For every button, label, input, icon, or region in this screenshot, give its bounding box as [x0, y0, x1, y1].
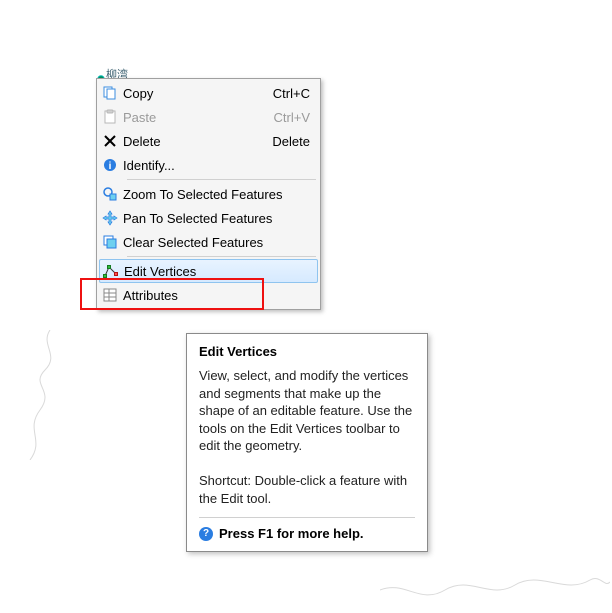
menu-item-pan-selected[interactable]: Pan To Selected Features: [99, 206, 318, 230]
menu-label: Clear Selected Features: [123, 235, 318, 250]
tooltip-body-1: View, select, and modify the vertices an…: [199, 367, 415, 455]
menu-item-copy[interactable]: Copy Ctrl+C: [99, 81, 318, 105]
menu-item-clear-selected[interactable]: Clear Selected Features: [99, 230, 318, 254]
menu-separator: [127, 256, 316, 257]
menu-label: Attributes: [123, 288, 318, 303]
menu-item-identify[interactable]: i Identify...: [99, 153, 318, 177]
map-border-decor-2: [380, 560, 610, 613]
menu-separator: [127, 179, 316, 180]
tooltip: Edit Vertices View, select, and modify t…: [186, 333, 428, 552]
zoom-sel-icon: [101, 185, 119, 203]
tooltip-body-2: Shortcut: Double-click a feature with th…: [199, 472, 415, 507]
copy-icon: [101, 84, 119, 102]
menu-label: Identify...: [123, 158, 318, 173]
menu-label: Paste: [123, 110, 274, 125]
menu-label: Pan To Selected Features: [123, 211, 318, 226]
context-menu: Copy Ctrl+C Paste Ctrl+V Delete Delete i…: [96, 78, 321, 310]
tooltip-footer-text: Press F1 for more help.: [219, 526, 364, 541]
paste-icon: [101, 108, 119, 126]
delete-icon: [101, 132, 119, 150]
pan-sel-icon: [101, 209, 119, 227]
menu-item-paste: Paste Ctrl+V: [99, 105, 318, 129]
tooltip-footer: ? Press F1 for more help.: [199, 517, 415, 541]
map-border-decor-1: [0, 330, 70, 460]
menu-item-zoom-selected[interactable]: Zoom To Selected Features: [99, 182, 318, 206]
menu-item-edit-vertices[interactable]: Edit Vertices: [99, 259, 318, 283]
identify-icon: i: [101, 156, 119, 174]
tooltip-title: Edit Vertices: [199, 344, 415, 359]
svg-text:i: i: [109, 161, 112, 172]
edit-vertices-icon: [102, 262, 120, 280]
menu-label: Zoom To Selected Features: [123, 187, 318, 202]
menu-item-attributes[interactable]: Attributes: [99, 283, 318, 307]
attributes-icon: [101, 286, 119, 304]
menu-shortcut: Ctrl+C: [273, 86, 318, 101]
clear-sel-icon: [101, 233, 119, 251]
help-icon: ?: [199, 527, 213, 541]
menu-label: Delete: [123, 134, 272, 149]
tooltip-body: View, select, and modify the vertices an…: [199, 367, 415, 507]
menu-shortcut: Ctrl+V: [274, 110, 318, 125]
menu-label: Edit Vertices: [124, 264, 317, 279]
menu-label: Copy: [123, 86, 273, 101]
menu-item-delete[interactable]: Delete Delete: [99, 129, 318, 153]
menu-shortcut: Delete: [272, 134, 318, 149]
